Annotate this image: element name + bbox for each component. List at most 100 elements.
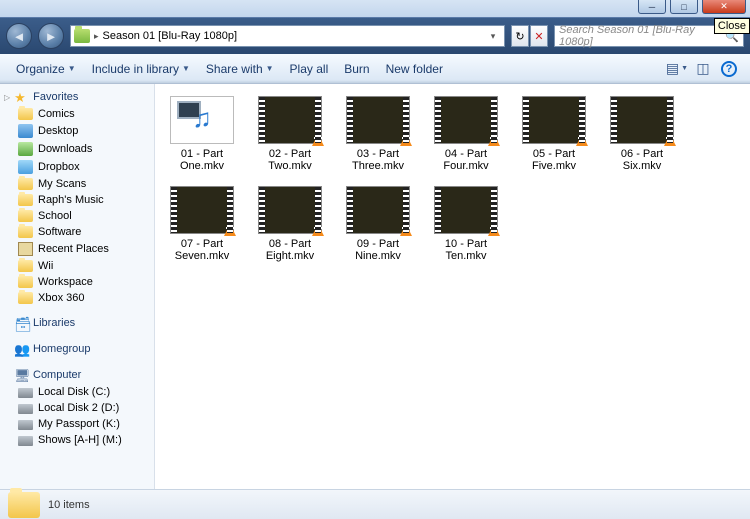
fold-icon	[18, 226, 33, 238]
sidebar-item-label: Dropbox	[38, 161, 80, 173]
maximize-button[interactable]: □	[670, 0, 698, 14]
sidebar-item-label: Shows [A-H] (M:)	[38, 434, 122, 446]
disk-icon	[18, 436, 33, 446]
file-thumbnail	[522, 96, 586, 144]
close-tooltip: Close	[714, 18, 750, 34]
libraries-icon: 🗃	[14, 316, 29, 330]
sidebar-item-drive[interactable]: My Passport (K:)	[0, 416, 154, 432]
sidebar-item-comics[interactable]: Comics	[0, 106, 154, 122]
fold-icon	[18, 108, 33, 120]
file-name-label: 04 - Part Four.mkv	[431, 148, 501, 172]
address-dropdown-icon[interactable]: ▾	[485, 31, 501, 42]
sidebar-item-label: Workspace	[38, 276, 93, 288]
preview-pane-button[interactable]: ◫	[692, 58, 714, 80]
chevron-down-icon: ▼	[182, 64, 190, 73]
sidebar-item-wii[interactable]: Wii	[0, 258, 154, 274]
sidebar-item-my-scans[interactable]: My Scans	[0, 176, 154, 192]
libraries-group[interactable]: 🗃 Libraries	[0, 314, 154, 332]
refresh-button[interactable]: ↻	[511, 25, 529, 47]
include-library-menu[interactable]: Include in library▼	[84, 58, 198, 80]
computer-header[interactable]: 🖥 Computer	[0, 366, 154, 384]
vlc-cone-icon	[488, 134, 500, 146]
chevron-down-icon: ▼	[68, 64, 76, 73]
file-name-label: 05 - Part Five.mkv	[519, 148, 589, 172]
sidebar-item-recent-places[interactable]: Recent Places	[0, 240, 154, 258]
organize-menu[interactable]: Organize▼	[8, 58, 84, 80]
title-bar: ─ □ ✕	[0, 0, 750, 18]
path-separator-icon: ▸	[94, 31, 99, 42]
sidebar-item-software[interactable]: Software	[0, 224, 154, 240]
vlc-cone-icon	[576, 134, 588, 146]
command-toolbar: Organize▼ Include in library▼ Share with…	[0, 54, 750, 84]
address-actions: ↻ ✕	[511, 25, 548, 47]
play-all-button[interactable]: Play all	[282, 58, 337, 80]
share-with-menu[interactable]: Share with▼	[198, 58, 282, 80]
file-thumbnail	[434, 186, 498, 234]
nav-back-button[interactable]: ◄	[6, 23, 32, 49]
sidebar-item-label: Xbox 360	[38, 292, 84, 304]
sidebar-item-label: Local Disk 2 (D:)	[38, 402, 119, 414]
close-button[interactable]: ✕	[702, 0, 746, 14]
sidebar-item-label: School	[38, 210, 72, 222]
folder-icon	[74, 29, 90, 43]
sidebar-item-dropbox[interactable]: Dropbox	[0, 158, 154, 176]
file-item[interactable]: 04 - Part Four.mkv	[431, 96, 501, 172]
file-thumbnail	[258, 186, 322, 234]
nav-forward-button[interactable]: ►	[38, 23, 64, 49]
file-item[interactable]: 06 - Part Six.mkv	[607, 96, 677, 172]
file-thumbnail	[346, 96, 410, 144]
new-folder-button[interactable]: New folder	[378, 58, 451, 80]
burn-button[interactable]: Burn	[336, 58, 377, 80]
computer-group: 🖥 Computer Local Disk (C:) Local Disk 2 (…	[0, 366, 154, 448]
sidebar-item-desktop[interactable]: Desktop	[0, 122, 154, 140]
file-item[interactable]: 03 - Part Three.mkv	[343, 96, 413, 172]
file-item[interactable]: 05 - Part Five.mkv	[519, 96, 589, 172]
sidebar-item-workspace[interactable]: Workspace	[0, 274, 154, 290]
sidebar-item-school[interactable]: School	[0, 208, 154, 224]
file-item[interactable]: 10 - Part Ten.mkv	[431, 186, 501, 262]
sidebar-item-drive[interactable]: Shows [A-H] (M:)	[0, 432, 154, 448]
fold-icon	[18, 260, 33, 272]
file-name-label: 02 - Part Two.mkv	[255, 148, 325, 172]
file-item[interactable]: 02 - Part Two.mkv	[255, 96, 325, 172]
folder-icon	[8, 492, 40, 518]
computer-label: Computer	[33, 369, 81, 381]
sidebar-item-label: My Scans	[38, 178, 86, 190]
music-note-icon: ♫	[192, 103, 212, 134]
file-name-label: 01 - Part One.mkv	[167, 148, 237, 172]
sidebar-item-label: Downloads	[38, 143, 92, 155]
file-item[interactable]: 07 - Part Seven.mkv	[167, 186, 237, 262]
vlc-cone-icon	[664, 134, 676, 146]
help-button[interactable]: ?	[718, 58, 740, 80]
computer-icon: 🖥	[14, 368, 29, 382]
favorites-label: Favorites	[33, 91, 78, 103]
sidebar-item-label: Wii	[38, 260, 53, 272]
sidebar-item-xbox-360[interactable]: Xbox 360	[0, 290, 154, 306]
star-icon: ★	[14, 90, 29, 104]
file-name-label: 09 - Part Nine.mkv	[343, 238, 413, 262]
navigation-sidebar[interactable]: ▷ ★ Favorites Comics Desktop Downloads Drop…	[0, 84, 155, 489]
vlc-cone-icon	[400, 224, 412, 236]
sidebar-item-drive[interactable]: Local Disk 2 (D:)	[0, 400, 154, 416]
address-bar[interactable]: ▸ Season 01 [Blu-Ray 1080p] ▾	[70, 25, 505, 47]
stop-button[interactable]: ✕	[530, 25, 548, 47]
box-icon	[18, 160, 33, 174]
disk-icon	[18, 404, 33, 414]
fold-icon	[18, 178, 33, 190]
sidebar-item-label: Comics	[38, 108, 75, 120]
sidebar-item-drive[interactable]: Local Disk (C:)	[0, 384, 154, 400]
minimize-button[interactable]: ─	[638, 0, 666, 14]
file-list-pane[interactable]: ♫ 01 - Part One.mkv 02 - Part Two.mkv 03 - …	[155, 84, 750, 489]
file-item[interactable]: ♫ 01 - Part One.mkv	[167, 96, 237, 172]
favorites-header[interactable]: ▷ ★ Favorites	[0, 88, 154, 106]
file-grid: ♫ 01 - Part One.mkv 02 - Part Two.mkv 03 - …	[167, 96, 750, 262]
file-item[interactable]: 09 - Part Nine.mkv	[343, 186, 413, 262]
view-options-button[interactable]: ▤▼	[666, 58, 688, 80]
sidebar-item-raph-s-music[interactable]: Raph's Music	[0, 192, 154, 208]
homegroup-group[interactable]: 👥 Homegroup	[0, 340, 154, 358]
fold-icon	[18, 276, 33, 288]
file-name-label: 03 - Part Three.mkv	[343, 148, 413, 172]
file-item[interactable]: 08 - Part Eight.mkv	[255, 186, 325, 262]
sidebar-item-downloads[interactable]: Downloads	[0, 140, 154, 158]
vlc-cone-icon	[312, 134, 324, 146]
